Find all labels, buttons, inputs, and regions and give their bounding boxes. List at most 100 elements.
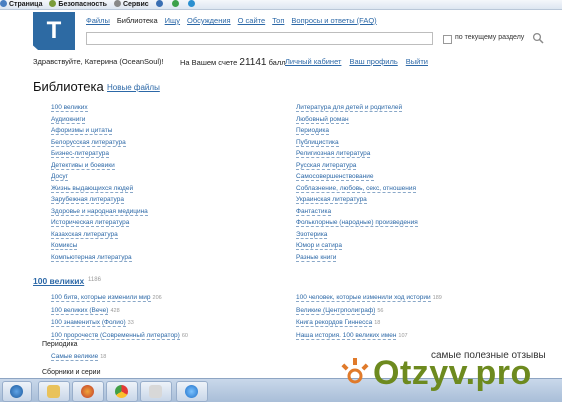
series-count: 107 bbox=[398, 332, 408, 339]
tools-menu[interactable]: Сервис bbox=[113, 0, 149, 9]
category-link[interactable]: Юмор и сатира bbox=[296, 242, 342, 250]
search-input[interactable] bbox=[86, 32, 433, 45]
taskbar-app-5[interactable] bbox=[176, 381, 208, 402]
category-link[interactable]: Аудиокниги bbox=[51, 115, 86, 124]
taskbar-app-4[interactable] bbox=[140, 381, 172, 402]
series-item: Книга рекордов Гиннесса 18 bbox=[296, 317, 442, 330]
category-link[interactable]: Компьютерная литература bbox=[51, 253, 132, 262]
category-item: Периодика bbox=[296, 125, 418, 137]
scope-label: по текущему разделу bbox=[455, 34, 525, 41]
series-link[interactable]: Книга рекордов Гиннесса bbox=[296, 319, 373, 327]
category-link[interactable]: Казахская литература bbox=[51, 230, 118, 239]
category-link[interactable]: Периодика bbox=[296, 127, 330, 135]
category-link[interactable]: Детективы и боевики bbox=[51, 161, 115, 170]
nav-faq[interactable]: Вопросы и ответы (FAQ) bbox=[291, 16, 376, 25]
watermark-text: Otzyv.pro bbox=[373, 354, 532, 392]
taskbar-app-1[interactable] bbox=[38, 381, 70, 402]
site-logo[interactable]: T bbox=[33, 12, 75, 50]
category-link[interactable]: Историческая литература bbox=[51, 219, 130, 227]
category-link[interactable]: Здоровье и народная медицина bbox=[51, 207, 148, 216]
category-item: Здоровье и народная медицина bbox=[51, 206, 148, 218]
gear-icon bbox=[113, 0, 121, 7]
nav-files[interactable]: Файлы bbox=[86, 16, 110, 25]
category-link[interactable]: Религиозная литература bbox=[296, 150, 371, 158]
safety-menu[interactable]: Безопасность bbox=[49, 0, 107, 9]
series-link[interactable]: 100 битв, которые изменили мир bbox=[51, 294, 151, 302]
logout-link[interactable]: Выйти bbox=[406, 57, 428, 66]
new-files-link[interactable]: Новые файлы bbox=[107, 83, 160, 92]
periodika-heading: Периодика bbox=[42, 341, 78, 348]
category-link[interactable]: Комиксы bbox=[51, 242, 78, 250]
balance-value: 21141 bbox=[239, 57, 267, 68]
balance-label: На Вашем счете bbox=[180, 58, 238, 67]
category-item: Религиозная литература bbox=[296, 148, 418, 160]
category-link[interactable]: Жизнь выдающихся людей bbox=[51, 184, 134, 193]
series-link[interactable]: 100 знаменитых (Фолио) bbox=[51, 319, 126, 327]
category-link[interactable]: Зарубежная литература bbox=[51, 196, 124, 204]
nav-wanted[interactable]: Ищу bbox=[165, 16, 180, 25]
chrome-icon bbox=[115, 385, 128, 398]
category-link[interactable]: Литература для детей и родителей bbox=[296, 104, 403, 112]
category-link[interactable]: Соблазнение, любовь, секс, отношения bbox=[296, 184, 417, 193]
addon-icon[interactable] bbox=[171, 0, 181, 9]
nav-discussions[interactable]: Обсуждения bbox=[187, 16, 231, 25]
help-icon[interactable] bbox=[155, 0, 165, 9]
series-link[interactable]: 100 великих (Вече) bbox=[51, 306, 109, 315]
taskbar-app-3[interactable] bbox=[106, 381, 138, 402]
series-link[interactable]: Великие (Центрполиграф) bbox=[296, 306, 376, 315]
category-link[interactable]: Разные книги bbox=[296, 253, 337, 262]
nav-top[interactable]: Топ bbox=[272, 16, 284, 25]
category-link[interactable]: Самосовершенствование bbox=[296, 173, 374, 181]
category-link[interactable]: Эзотерика bbox=[296, 230, 328, 239]
category-link[interactable]: 100 великих bbox=[51, 104, 88, 112]
page-title: Библиотека bbox=[33, 79, 104, 94]
series-link[interactable]: Наша история. 100 великих имен bbox=[296, 331, 397, 340]
category-item: Жизнь выдающихся людей bbox=[51, 183, 148, 195]
logo-letter: T bbox=[46, 17, 62, 44]
category-item: 100 великих bbox=[51, 102, 148, 114]
account-balance: На Вашем счете 21141 балл bbox=[180, 57, 286, 68]
category-list-left: 100 великих Аудиокниги Афоризмы и цитаты… bbox=[51, 102, 148, 263]
category-link[interactable]: Бизнес-литература bbox=[51, 150, 109, 158]
category-item: Фантастика bbox=[296, 206, 418, 218]
category-item: Компьютерная литература bbox=[51, 252, 148, 264]
section-100-great-title[interactable]: 100 великих bbox=[33, 276, 84, 286]
category-item: Историческая литература bbox=[51, 217, 148, 229]
profile-link[interactable]: Ваш профиль bbox=[349, 57, 397, 66]
category-link[interactable]: Афоризмы и цитаты bbox=[51, 127, 113, 135]
search-icon[interactable] bbox=[532, 32, 544, 44]
scope-checkbox[interactable] bbox=[443, 35, 452, 44]
series-count: 60 bbox=[181, 332, 188, 339]
messenger-icon bbox=[47, 385, 60, 398]
category-link[interactable]: Украинская литература bbox=[296, 196, 367, 204]
taskbar-app-2[interactable] bbox=[72, 381, 104, 402]
category-link[interactable]: Фантастика bbox=[296, 207, 332, 216]
category-item: Комиксы bbox=[51, 240, 148, 252]
category-item: Досуг bbox=[51, 171, 148, 183]
category-link[interactable]: Досуг bbox=[51, 173, 68, 181]
page-menu[interactable]: Страница bbox=[0, 0, 42, 9]
category-item: Детективы и боевики bbox=[51, 160, 148, 172]
series-count: 189 bbox=[432, 295, 442, 301]
series-link[interactable]: 100 пророчеств (Современный литератор) bbox=[51, 331, 180, 340]
category-item: Афоризмы и цитаты bbox=[51, 125, 148, 137]
category-link[interactable]: Белорусская литература bbox=[51, 138, 126, 147]
series-link[interactable]: 100 человек, которые изменили ход истори… bbox=[296, 294, 431, 302]
series-item: 100 знаменитых (Фолио) 33 bbox=[51, 317, 188, 330]
personal-cabinet-link[interactable]: Личный кабинет bbox=[285, 57, 341, 66]
section-count: 1186 bbox=[88, 277, 101, 283]
category-item: Соблазнение, любовь, секс, отношения bbox=[296, 183, 418, 195]
category-link[interactable]: Русская литература bbox=[296, 161, 357, 170]
category-link[interactable]: Фольклорные (народные) произведения bbox=[296, 219, 418, 227]
series-link[interactable]: Самые великие bbox=[51, 353, 99, 361]
series-count: 206 bbox=[152, 295, 162, 301]
category-link[interactable]: Публицистика bbox=[296, 138, 339, 147]
series-item: Великие (Центрполиграф) 56 bbox=[296, 305, 442, 318]
series-list-right: 100 человек, которые изменили ход истори… bbox=[296, 292, 442, 342]
nav-about[interactable]: О сайте bbox=[238, 16, 266, 25]
category-item: Фольклорные (народные) произведения bbox=[296, 217, 418, 229]
start-button[interactable] bbox=[2, 381, 32, 402]
category-link[interactable]: Любовный роман bbox=[296, 115, 349, 124]
category-item: Эзотерика bbox=[296, 229, 418, 241]
addon-icon-2[interactable] bbox=[187, 0, 197, 9]
